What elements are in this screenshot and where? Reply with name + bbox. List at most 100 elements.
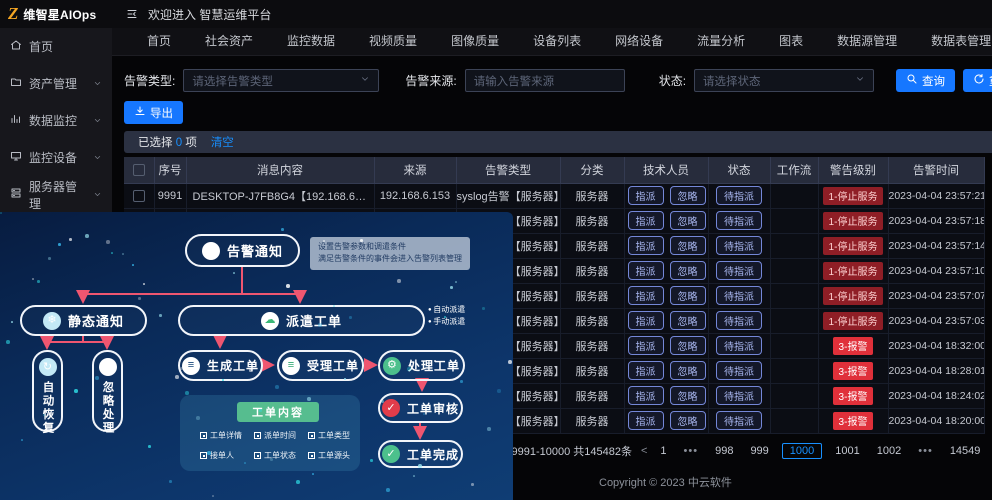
ignore-button[interactable]: 忽略 [670, 211, 706, 230]
alarm-notice-node[interactable]: 告警通知 [185, 234, 300, 267]
page-number-1002[interactable]: 1002 [873, 444, 905, 458]
level-cell: 1-停止服务 [818, 233, 888, 258]
menu-fold-icon[interactable] [126, 8, 138, 20]
ignore-button[interactable]: 忽略 [670, 336, 706, 355]
assign-button[interactable]: 指派 [628, 386, 664, 405]
page-number-1[interactable]: 1 [656, 444, 670, 458]
status-badge[interactable]: 待指派 [716, 361, 762, 380]
assign-button[interactable]: 指派 [628, 211, 664, 230]
alarm-type-select[interactable]: 请选择告警类型 [183, 69, 379, 92]
tab-图表[interactable]: 图表 [762, 28, 820, 56]
export-button[interactable]: 导出 [124, 101, 183, 124]
table-row: 9991DESKTOP-J7FB8G4【192.168.6.153】可能已掉线，… [124, 183, 984, 208]
actions-cell: 指派忽略 [624, 408, 708, 433]
accept-order-node[interactable]: ≡ 受理工单 [277, 350, 364, 381]
filter-bar: 告警类型: 请选择告警类型 告警来源: 请输入告警来源 状态: 请选择状态 查询 [124, 69, 992, 92]
ignore-button[interactable]: 忽略 [670, 261, 706, 280]
reset-button[interactable]: 重置 [963, 69, 992, 92]
status-badge[interactable]: 待指派 [716, 211, 762, 230]
page-number-998[interactable]: 998 [711, 444, 737, 458]
status-select[interactable]: 请选择状态 [694, 69, 874, 92]
time-cell: 2023-04-04 18:20:00 [888, 408, 984, 433]
ignore-button[interactable]: 忽略 [670, 361, 706, 380]
dispatch-order-node[interactable]: ☁ 派遣工单 [178, 305, 425, 336]
ignore-button[interactable]: 忽略 [670, 411, 706, 430]
status-badge[interactable]: 待指派 [716, 286, 762, 305]
status-badge[interactable]: 待指派 [716, 386, 762, 405]
tab-设备列表[interactable]: 设备列表 [516, 28, 598, 56]
sidebar-item-资产管理[interactable]: 资产管理 [0, 65, 112, 102]
page-number-1000[interactable]: 1000 [782, 443, 822, 459]
ignore-button[interactable]: 忽略 [670, 386, 706, 405]
star-dot [32, 278, 34, 280]
assign-button[interactable]: 指派 [628, 186, 664, 205]
tab-数据源管理[interactable]: 数据源管理 [820, 28, 914, 56]
assign-button[interactable]: 指派 [628, 261, 664, 280]
app-logo[interactable]: Z 维智星AIOps [0, 0, 112, 28]
shield-icon: ✓ [382, 399, 400, 417]
assign-button[interactable]: 指派 [628, 411, 664, 430]
order-field-工单状态: 工单状态 [254, 450, 308, 461]
ignore-button[interactable]: 忽略 [670, 311, 706, 330]
status-badge[interactable]: 待指派 [716, 311, 762, 330]
assign-button[interactable]: 指派 [628, 286, 664, 305]
node-label: 告警通知 [227, 241, 283, 260]
sidebar-item-首页[interactable]: 首页 [0, 28, 112, 65]
search-button[interactable]: 查询 [896, 69, 955, 92]
assign-button[interactable]: 指派 [628, 361, 664, 380]
clear-selection-link[interactable]: 清空 [211, 134, 234, 150]
create-order-node[interactable]: ≡ 生成工单 [178, 350, 263, 381]
select-all-checkbox[interactable] [133, 164, 145, 176]
reset-icon [973, 73, 985, 88]
tab-视频质量[interactable]: 视频质量 [352, 28, 434, 56]
tab-监控数据[interactable]: 监控数据 [270, 28, 352, 56]
star-dot [381, 400, 384, 403]
row-checkbox[interactable] [133, 190, 145, 202]
assign-button[interactable]: 指派 [628, 336, 664, 355]
status-badge[interactable]: 待指派 [716, 236, 762, 255]
assign-button[interactable]: 指派 [628, 311, 664, 330]
review-order-node[interactable]: ✓ 工单审核 [378, 393, 463, 423]
alarm-source-input[interactable]: 请输入告警来源 [465, 69, 625, 92]
level-cell: 3-报警 [818, 358, 888, 383]
tab-网络设备[interactable]: 网络设备 [598, 28, 680, 56]
ignore-button[interactable]: 忽略 [670, 186, 706, 205]
tab-社会资产[interactable]: 社会资产 [188, 28, 270, 56]
star-dot [111, 252, 113, 254]
tab-数据表管理[interactable]: 数据表管理 [914, 28, 992, 56]
status-cell: 待指派 [708, 233, 770, 258]
level-cell: 1-停止服务 [818, 283, 888, 308]
ignore-button[interactable]: 忽略 [670, 236, 706, 255]
tab-图像质量[interactable]: 图像质量 [434, 28, 516, 56]
status-badge[interactable]: 待指派 [716, 186, 762, 205]
sidebar-item-数据监控[interactable]: 数据监控 [0, 102, 112, 139]
page-number-999[interactable]: 999 [746, 444, 772, 458]
star-dot [455, 281, 457, 283]
logo-text: 维智星AIOps [23, 6, 96, 23]
status-badge[interactable]: 待指派 [716, 336, 762, 355]
star-dot [333, 305, 335, 307]
sidebar-item-监控设备[interactable]: 监控设备 [0, 139, 112, 176]
ignore-handle-node[interactable]: 忽略处理 [92, 350, 123, 432]
auto-recover-node[interactable]: ↻ 自动恢复 [32, 350, 63, 432]
status-badge[interactable]: 待指派 [716, 261, 762, 280]
snowflake-icon: ❄ [43, 312, 61, 330]
column-header-分类: 分类 [560, 157, 624, 183]
star-dot [434, 360, 436, 362]
page-number-14549[interactable]: 14549 [946, 444, 985, 458]
tab-流量分析[interactable]: 流量分析 [680, 28, 762, 56]
ignore-button[interactable]: 忽略 [670, 286, 706, 305]
status-badge[interactable]: 待指派 [716, 411, 762, 430]
tab-首页[interactable]: 首页 [130, 28, 188, 56]
sidebar-item-服务器管理[interactable]: 服务器管理 [0, 176, 112, 213]
process-order-node[interactable]: ⚙ 处理工单 [378, 350, 465, 381]
order-field-label: 接单人 [210, 450, 234, 461]
cloud-icon: ☁ [261, 312, 279, 330]
static-notice-node[interactable]: ❄ 静态通知 [20, 305, 147, 336]
star-dot [0, 212, 2, 214]
column-header-状态: 状态 [708, 157, 770, 183]
page-number-1001[interactable]: 1001 [831, 444, 863, 458]
star-dot [244, 462, 246, 464]
prev-page-button[interactable]: < [641, 445, 647, 457]
assign-button[interactable]: 指派 [628, 236, 664, 255]
